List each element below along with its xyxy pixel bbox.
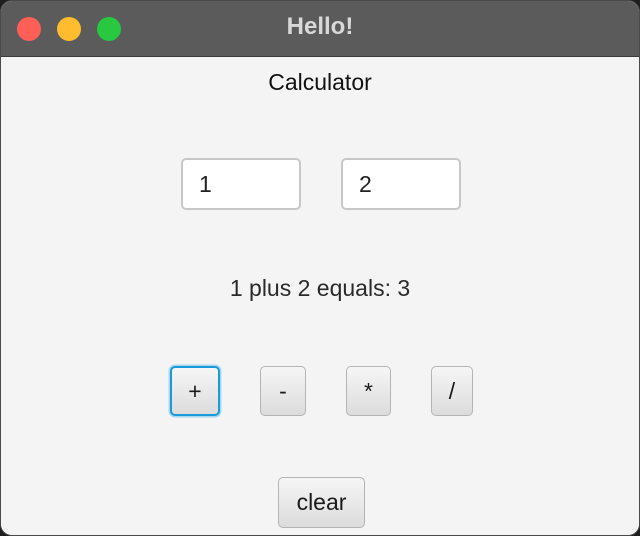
title-bar[interactable]: Hello!	[1, 1, 639, 57]
first-number-input[interactable]	[181, 158, 301, 210]
window-title: Hello!	[286, 13, 354, 40]
clear-button[interactable]: clear	[278, 477, 365, 528]
app-window: Hello! Calculator 1 plus 2 equals: 3 + -…	[0, 0, 640, 536]
calculator-panel: Calculator 1 plus 2 equals: 3 + - * / cl…	[1, 57, 639, 535]
result-label: 1 plus 2 equals: 3	[229, 275, 411, 301]
divide-button[interactable]: /	[431, 366, 473, 416]
add-button[interactable]: +	[170, 366, 220, 416]
subtract-button[interactable]: -	[260, 366, 306, 416]
page-title: Calculator	[268, 69, 372, 95]
second-number-input[interactable]	[341, 158, 461, 210]
multiply-button[interactable]: *	[346, 366, 391, 416]
